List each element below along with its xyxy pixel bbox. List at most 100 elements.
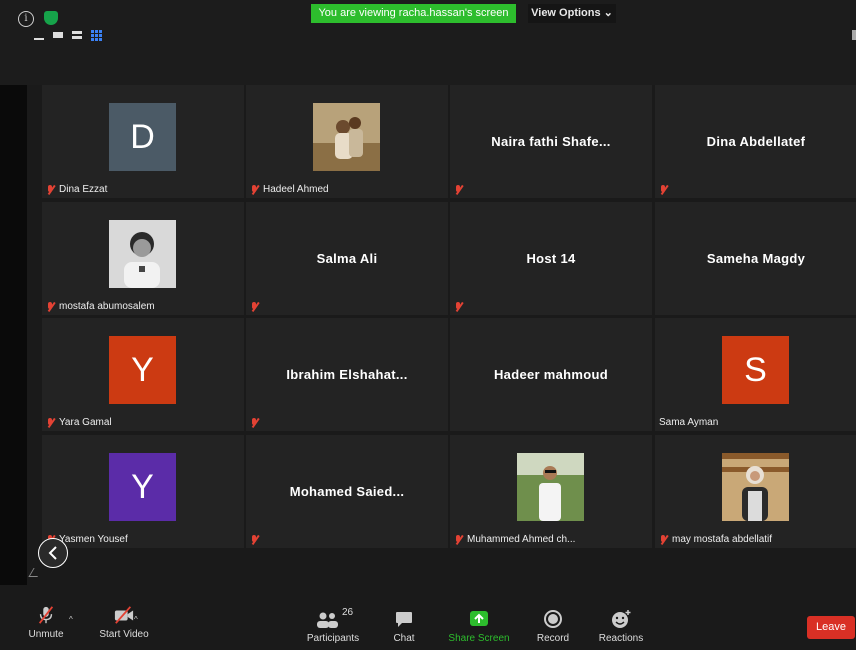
participant-photo <box>313 103 380 171</box>
participants-count: 26 <box>342 607 354 618</box>
participant-name-label: Dina Ezzat <box>59 184 108 195</box>
reactions-icon <box>612 610 631 628</box>
top-bar: i You are viewing racha.hassan's screen … <box>0 0 856 85</box>
start-video-label: Start Video <box>99 629 149 640</box>
participants-icon <box>317 612 338 628</box>
share-screen-label: Share Screen <box>448 633 510 644</box>
gallery-view-icon[interactable] <box>91 29 102 41</box>
speaker-view-icon[interactable] <box>72 31 82 39</box>
participant-name-center: Dina Abdellatef <box>706 134 806 149</box>
participant-name-label: mostafa abumosalem <box>59 301 155 312</box>
thumbnail-view-icon[interactable] <box>53 32 63 38</box>
mic-muted-icon <box>46 184 55 195</box>
participant-tile[interactable]: Hadeel Ahmed <box>246 85 448 198</box>
mic-muted-icon <box>250 418 259 428</box>
video-off-icon <box>114 606 134 624</box>
participant-label: may mostafa abdellatif <box>659 534 772 545</box>
reactions-label: Reactions <box>598 633 644 644</box>
participant-label: Hadeel Ahmed <box>250 184 329 195</box>
mic-muted-icon <box>250 302 259 312</box>
shield-icon[interactable] <box>44 11 58 25</box>
participant-label: Dina Ezzat <box>46 184 107 195</box>
unmute-label: Unmute <box>28 629 64 640</box>
view-mode-icons <box>34 28 102 42</box>
participant-tile[interactable]: Y Yara Gamal <box>42 318 244 431</box>
panel-handle-icon[interactable] <box>852 30 856 40</box>
participant-photo <box>109 220 176 288</box>
leave-button[interactable]: Leave <box>807 616 855 639</box>
share-screen-button[interactable]: Share Screen <box>446 609 512 644</box>
chat-icon <box>396 612 412 627</box>
participant-tile[interactable]: Y Yasmen Yousef <box>42 435 244 548</box>
participant-name-center: Naira fathi Shafe... <box>491 134 611 149</box>
participant-avatar: Y <box>109 336 176 404</box>
participant-name-label: Yasmen Yousef <box>59 534 128 545</box>
mic-muted-icon <box>454 302 463 312</box>
participant-avatar: D <box>109 103 176 171</box>
participant-label <box>250 302 259 312</box>
info-icon[interactable]: i <box>18 11 34 27</box>
minimize-view-icon[interactable] <box>34 38 44 40</box>
mic-muted-icon <box>659 185 668 195</box>
participant-name-center: Hadeer mahmoud <box>493 367 608 382</box>
participant-label <box>454 185 463 195</box>
participant-name-center: Salma Ali <box>316 251 378 266</box>
participant-name-center: Mohamed Saied... <box>289 484 405 499</box>
participants-label: Participants <box>306 633 360 644</box>
participant-name-center: Sameha Magdy <box>706 251 806 266</box>
participant-label <box>454 302 463 312</box>
participant-tile[interactable]: Host 14 <box>450 202 652 315</box>
share-screen-icon <box>470 611 488 626</box>
participant-label: Muhammed Ahmed ch... <box>454 534 575 545</box>
participant-tile[interactable]: Mohamed Saied... <box>246 435 448 548</box>
chevron-left-icon <box>48 546 57 560</box>
participant-name-label: Sama Ayman <box>659 417 719 428</box>
participant-label: Sama Ayman <box>659 417 718 428</box>
audio-options-caret-icon[interactable]: ^ <box>69 615 73 624</box>
participant-tile[interactable]: Ibrahim Elshahat... <box>246 318 448 431</box>
meeting-toolbar: Unmute ^ Start Video ^ 26 Participants C… <box>0 585 856 650</box>
mic-muted-icon <box>250 184 259 195</box>
participant-photo <box>722 453 789 521</box>
chat-button[interactable]: Chat <box>389 609 419 644</box>
mic-muted-icon <box>38 606 54 624</box>
participant-photo <box>517 453 584 521</box>
participant-tile[interactable]: may mostafa abdellatif <box>655 435 856 548</box>
record-icon <box>544 610 562 628</box>
participant-name-label: may mostafa abdellatif <box>672 534 773 545</box>
participant-avatar: S <box>722 336 789 404</box>
participants-button[interactable]: 26 Participants <box>302 607 364 644</box>
participant-tile[interactable]: S Sama Ayman <box>655 318 856 431</box>
reactions-button[interactable]: Reactions <box>597 609 645 644</box>
participant-tile[interactable]: D Dina Ezzat <box>42 85 244 198</box>
back-page-button[interactable] <box>38 538 68 568</box>
participant-name-label: Muhammed Ahmed ch... <box>467 534 576 545</box>
viewing-screen-banner: You are viewing racha.hassan's screen <box>311 4 516 23</box>
participant-tile[interactable]: Salma Ali <box>246 202 448 315</box>
mic-muted-icon <box>454 534 463 545</box>
participant-tile[interactable]: Muhammed Ahmed ch... <box>450 435 652 548</box>
start-video-button[interactable]: Start Video <box>96 605 152 640</box>
mic-muted-icon <box>250 535 259 545</box>
unmute-button[interactable]: Unmute <box>24 605 68 640</box>
left-edge <box>0 85 27 585</box>
mic-muted-icon <box>46 301 55 312</box>
participant-label <box>250 535 259 545</box>
participant-tile[interactable]: Dina Abdellatef <box>655 85 856 198</box>
participant-tile[interactable]: Sameha Magdy <box>655 202 856 315</box>
mic-muted-icon <box>454 185 463 195</box>
chat-label: Chat <box>393 633 415 644</box>
participant-tile[interactable]: Hadeer mahmoud <box>450 318 652 431</box>
participant-label: Yara Gamal <box>46 417 112 428</box>
participant-label: mostafa abumosalem <box>46 301 155 312</box>
mic-muted-icon <box>46 417 55 428</box>
participant-avatar: Y <box>109 453 176 521</box>
record-label: Record <box>536 633 570 644</box>
video-options-caret-icon[interactable]: ^ <box>134 615 138 624</box>
participant-name-center: Host 14 <box>526 251 576 266</box>
participant-tile[interactable]: Naira fathi Shafe... <box>450 85 652 198</box>
participant-name-center: Ibrahim Elshahat... <box>286 367 408 382</box>
view-options-button[interactable]: View Options ⌄ <box>528 4 616 23</box>
participant-tile[interactable]: mostafa abumosalem <box>42 202 244 315</box>
record-button[interactable]: Record <box>534 609 572 644</box>
